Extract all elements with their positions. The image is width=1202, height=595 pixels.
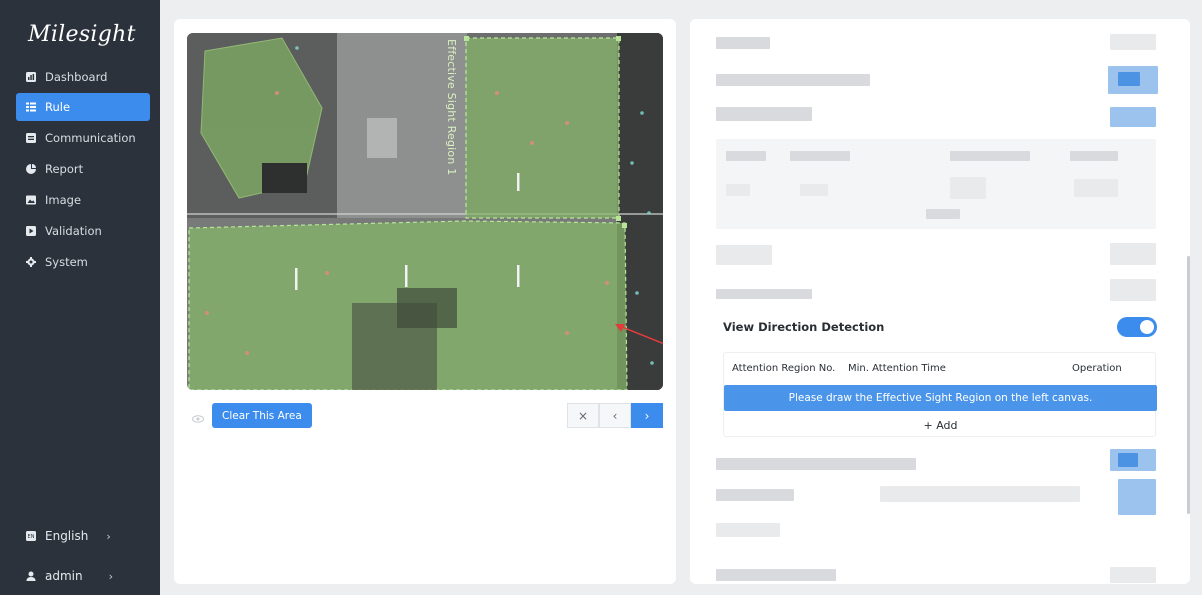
blurred-text xyxy=(790,151,850,161)
column-header: Operation xyxy=(1072,363,1122,374)
blurred-control xyxy=(1110,243,1156,265)
blurred-text xyxy=(716,245,772,265)
view-direction-label: View Direction Detection xyxy=(723,320,885,334)
image-icon xyxy=(26,195,36,205)
milesight-logo: Milesight xyxy=(28,22,136,47)
sidebar-item-dashboard[interactable]: Dashboard xyxy=(16,63,150,91)
blurred-text xyxy=(716,74,870,86)
report-icon xyxy=(26,164,36,174)
sidebar-item-label: Rule xyxy=(45,100,71,114)
sidebar-item-rule[interactable]: Rule xyxy=(16,93,150,121)
sidebar-item-system[interactable]: System xyxy=(16,248,150,276)
canvas-nav-buttons: × ‹ › xyxy=(567,403,663,428)
blurred-text xyxy=(716,523,780,537)
blurred-text xyxy=(926,209,960,219)
blurred-control xyxy=(1110,567,1156,583)
blurred-control xyxy=(1118,479,1156,515)
sidebar-item-image[interactable]: Image xyxy=(16,186,150,214)
settings-card: View Direction Detection Attention Regio… xyxy=(690,19,1190,584)
dashboard-icon xyxy=(26,72,36,82)
column-header: Attention Region No. xyxy=(732,363,836,374)
blurred-text xyxy=(726,184,750,196)
sidebar-item-validation[interactable]: Validation xyxy=(16,217,150,245)
toggle-knob xyxy=(1140,320,1154,334)
blurred-control xyxy=(1118,453,1138,467)
user-menu[interactable]: admin › xyxy=(16,562,150,590)
sidebar-item-label: Report xyxy=(45,162,84,176)
blurred-control xyxy=(1110,279,1156,301)
sidebar-item-label: System xyxy=(45,255,88,269)
close-icon[interactable]: × xyxy=(567,403,599,428)
blurred-text xyxy=(950,177,986,199)
blurred-text xyxy=(726,151,766,161)
sidebar-item-report[interactable]: Report xyxy=(16,155,150,183)
chevron-right-icon: › xyxy=(108,569,114,583)
blurred-text xyxy=(716,569,836,581)
blurred-text xyxy=(1074,179,1118,197)
blurred-text xyxy=(716,489,794,501)
blurred-text xyxy=(716,37,770,49)
system-icon xyxy=(26,257,36,267)
scrollbar[interactable] xyxy=(1187,256,1190,514)
communication-icon xyxy=(26,133,36,143)
language-selector[interactable]: EN English › xyxy=(16,522,150,550)
column-header: Min. Attention Time xyxy=(848,363,946,374)
blurred-control xyxy=(1118,72,1140,86)
sidebar-item-label: Image xyxy=(45,193,82,207)
chevron-right-icon[interactable]: › xyxy=(631,403,663,428)
blurred-text xyxy=(800,184,828,196)
language-icon: EN xyxy=(26,531,36,541)
add-region-button[interactable]: + Add xyxy=(724,413,1157,437)
blurred-control xyxy=(1110,107,1156,127)
region-label: Effective Sight Region 1 xyxy=(445,39,458,176)
draw-region-notice: Please draw the Effective Sight Region o… xyxy=(724,385,1157,411)
blurred-text xyxy=(1070,151,1118,161)
chevron-left-icon[interactable]: ‹ xyxy=(599,403,631,428)
chevron-right-icon: › xyxy=(106,529,111,543)
clear-area-button[interactable]: Clear This Area xyxy=(212,403,312,428)
blurred-text xyxy=(950,151,1030,161)
sidebar-item-label: Validation xyxy=(45,224,102,238)
validation-icon xyxy=(26,226,36,236)
drawing-canvas[interactable]: Effective Sight Region 1 xyxy=(187,33,663,390)
eye-icon[interactable] xyxy=(192,408,204,427)
blurred-text xyxy=(716,458,916,470)
rule-icon xyxy=(26,102,36,112)
canvas-card: Effective Sight Region 1 Clear This Area… xyxy=(174,19,676,584)
view-direction-toggle[interactable] xyxy=(1117,317,1157,337)
blurred-text xyxy=(716,289,812,299)
sidebar: Milesight Dashboard Rule Communication R… xyxy=(0,0,160,595)
blurred-text xyxy=(716,107,812,121)
blurred-control xyxy=(1110,34,1156,50)
attention-region-table: Attention Region No. Min. Attention Time… xyxy=(723,352,1157,437)
user-label: admin xyxy=(45,569,83,583)
sidebar-item-label: Communication xyxy=(45,131,136,145)
blurred-input xyxy=(880,486,1080,502)
sidebar-item-communication[interactable]: Communication xyxy=(16,124,150,152)
sidebar-item-label: Dashboard xyxy=(45,70,108,84)
language-label: English xyxy=(45,529,89,543)
svg-text:EN: EN xyxy=(28,534,35,540)
user-icon xyxy=(26,571,36,581)
